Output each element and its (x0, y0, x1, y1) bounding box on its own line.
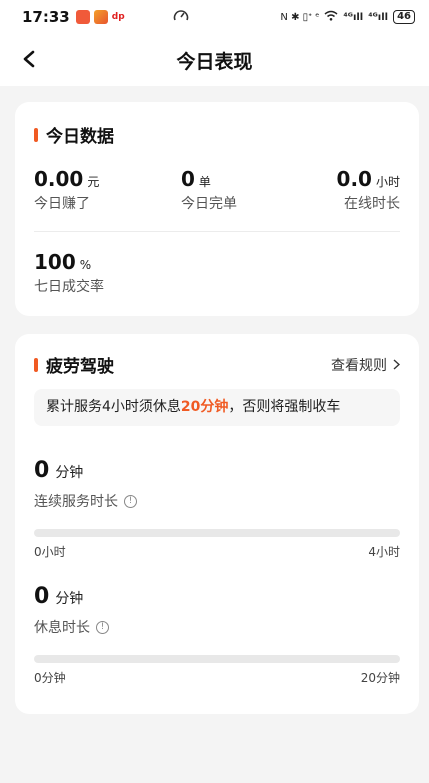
notice-highlight: 20分钟 (180, 399, 229, 415)
today-data-card: 今日数据 0.00 元 今日赚了 0单 今日完单 0.0 小时 在线时长 100% … (15, 102, 419, 316)
system-icons: N ✱ ▯ᐩ ᵉ ⁴ᴳıll ⁴ᴳıll 46 (280, 10, 415, 24)
stat-value: 0.00 (34, 167, 84, 191)
signal-icon: ⁴ᴳıll (343, 11, 364, 23)
view-rules-label: 查看规则 (331, 357, 387, 374)
status-icons: N ✱ ▯ᐩ ᵉ (280, 11, 320, 23)
signal-icon: ⁴ᴳıll (368, 11, 389, 23)
stat-label: 在线时长 (343, 196, 400, 212)
stat-unit: % (79, 258, 92, 272)
stat-unit: 单 (198, 175, 211, 189)
stat-value: 0.0 (336, 167, 372, 191)
notification-icons: dp (75, 10, 125, 24)
stat-success-rate: 100% 七日成交率 (34, 250, 400, 296)
rest-progress-bar (34, 655, 400, 663)
range-min: 0分钟 (34, 671, 66, 685)
divider (34, 231, 400, 232)
accent-bar (34, 127, 38, 142)
battery-icon: 46 (393, 10, 415, 24)
accent-bar (34, 357, 38, 372)
stat-value: 100 (34, 250, 76, 274)
section-title: 疲劳驾驶 (34, 352, 114, 377)
metric-label: 连续服务时长 (34, 494, 118, 510)
app-text-icon: dp (111, 12, 125, 22)
chevron-left-icon (23, 50, 35, 68)
fatigue-card: 疲劳驾驶 查看规则 累计服务4小时须休息20分钟，否则将强制收车 0 分钟 连续服… (15, 334, 419, 714)
stat-unit: 小时 (375, 175, 400, 189)
progress-range: 0小时 4小时 (34, 543, 400, 560)
stat-orders: 0单 今日完单 (181, 167, 237, 213)
view-rules-link[interactable]: 查看规则 (331, 355, 400, 375)
metric-value: 0 (34, 458, 50, 483)
app-notification-icon (93, 10, 108, 24)
section-title: 今日数据 (34, 122, 400, 147)
progress-range: 0分钟 20分钟 (34, 669, 400, 686)
range-max: 4小时 (368, 545, 400, 559)
app-notification-icon (75, 10, 90, 24)
fatigue-header: 疲劳驾驶 查看规则 (34, 352, 400, 377)
metric-value: 0 (34, 584, 50, 609)
section-title-text: 疲劳驾驶 (46, 357, 114, 377)
metric-unit: 分钟 (55, 591, 84, 607)
metric-label: 休息时长 (34, 620, 90, 636)
speedometer-icon (173, 8, 189, 26)
rest-duration-metric: 0 分钟 休息时长 ! 0分钟 20分钟 (34, 584, 400, 686)
notice-text: ，否则将强制收车 (228, 399, 341, 415)
metric-unit: 分钟 (55, 465, 84, 481)
stat-value: 0 (180, 167, 195, 191)
stat-label: 今日赚了 (34, 196, 90, 212)
section-title-text: 今日数据 (46, 127, 114, 147)
info-icon[interactable]: ! (124, 494, 137, 508)
stat-label: 七日成交率 (34, 279, 104, 295)
notice-text: 累计服务4小时须休息 (46, 399, 181, 415)
info-icon[interactable]: ! (96, 620, 109, 634)
page-title: 今日表现 (176, 50, 253, 73)
range-min: 0小时 (34, 545, 66, 559)
service-duration-metric: 0 分钟 连续服务时长 ! 0小时 4小时 (34, 458, 400, 560)
back-button[interactable] (18, 48, 40, 70)
stat-unit: 元 (87, 175, 100, 189)
fatigue-notice: 累计服务4小时须休息20分钟，否则将强制收车 (34, 389, 400, 426)
nav-bar: 今日表现 (0, 34, 429, 86)
wifi-icon (324, 10, 338, 24)
stats-row: 0.00 元 今日赚了 0单 今日完单 0.0 小时 在线时长 (34, 167, 400, 213)
status-bar: 17:33 dp N ✱ ▯ᐩ ᵉ ⁴ᴳıll ⁴ᴳıll 46 (0, 0, 429, 34)
range-max: 20分钟 (360, 671, 400, 685)
stat-earned: 0.00 元 今日赚了 (34, 167, 99, 213)
stat-label: 今日完单 (180, 196, 237, 212)
stat-online: 0.0 小时 在线时长 (337, 167, 400, 213)
chevron-right-icon (393, 359, 400, 370)
status-time: 17:33 (22, 8, 70, 26)
service-progress-bar (34, 529, 400, 537)
